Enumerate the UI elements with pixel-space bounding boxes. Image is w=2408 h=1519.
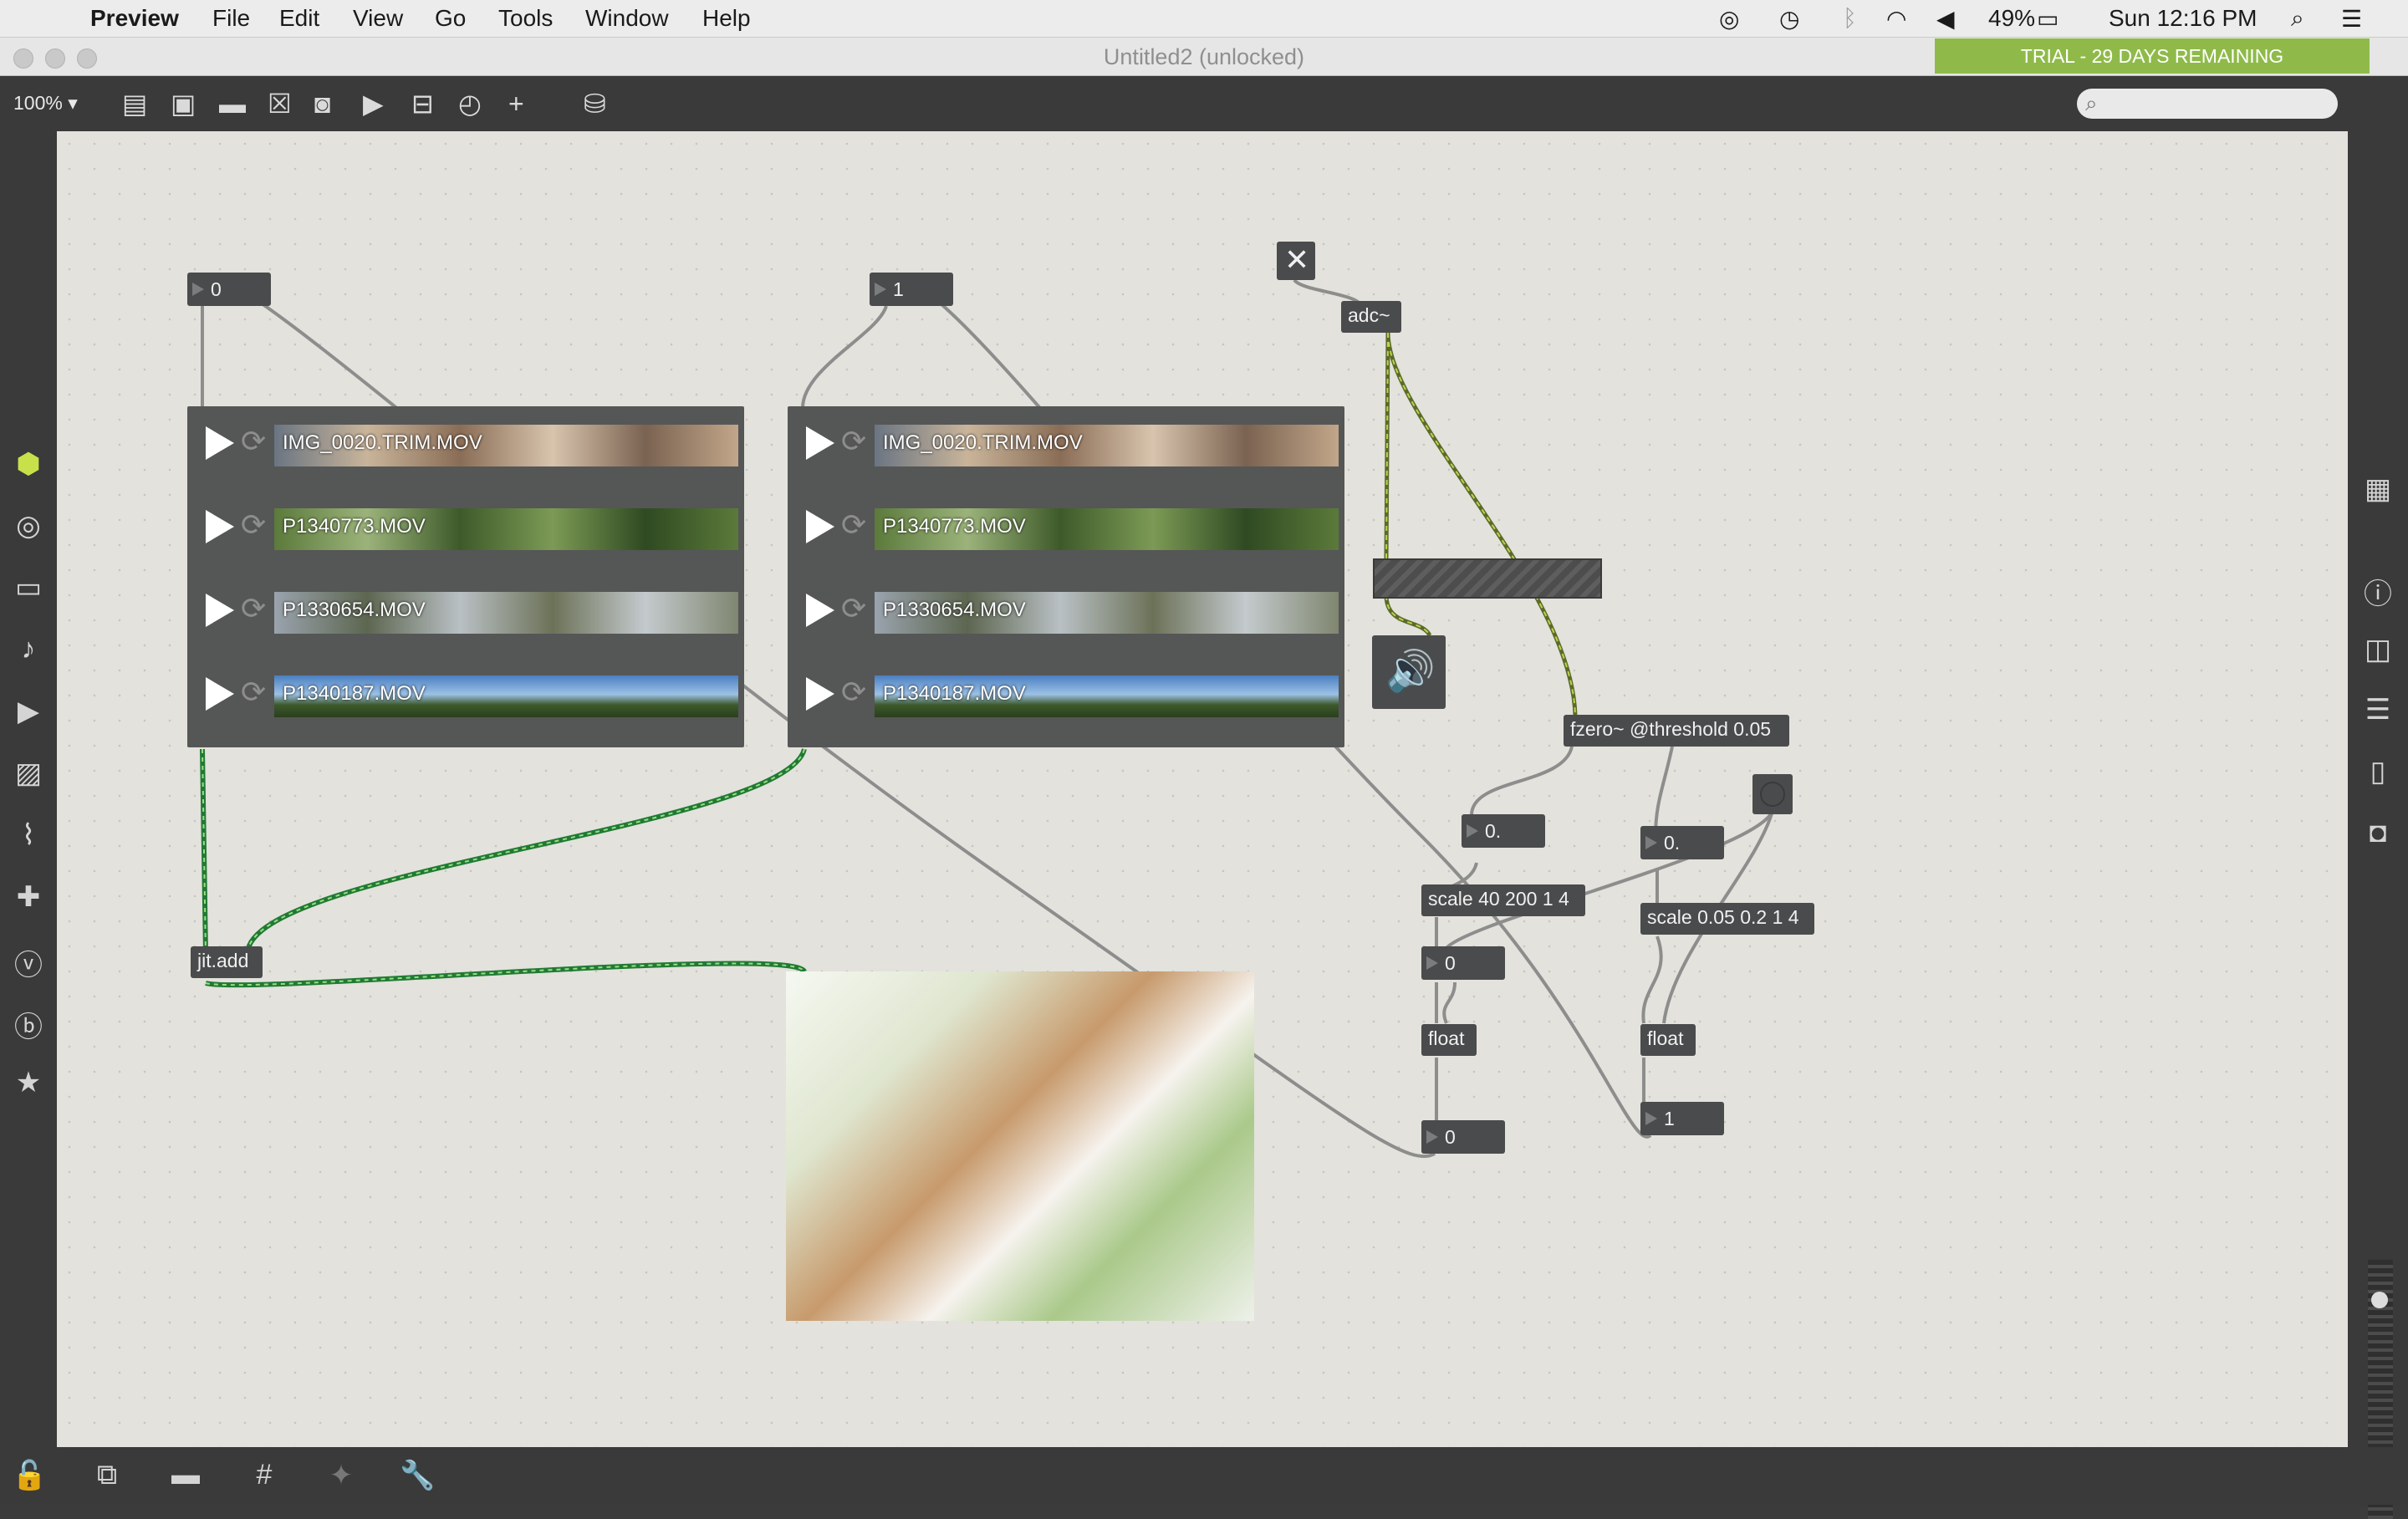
cord-fzero-num2: [1654, 746, 1674, 837]
playlist-row[interactable]: ⟳ P1330654.MOV: [788, 573, 1344, 645]
video-output-window[interactable]: [786, 971, 1254, 1321]
play-icon[interactable]: [206, 677, 234, 711]
clip-thumbnail-strip[interactable]: P1340187.MOV: [274, 675, 738, 717]
loop-icon[interactable]: ⟳: [241, 508, 266, 542]
number-box-0[interactable]: 0: [187, 273, 271, 306]
play-icon[interactable]: [206, 594, 234, 627]
loop-icon[interactable]: ⟳: [841, 508, 866, 542]
loop-icon[interactable]: ⟳: [841, 425, 866, 458]
scale-object-1[interactable]: scale 40 200 1 4: [1421, 884, 1585, 916]
dac-speaker-button[interactable]: 🔊: [1372, 635, 1446, 709]
clip-filename: P1330654.MOV: [283, 599, 426, 621]
number-box-fzero-2[interactable]: 0.: [1640, 826, 1724, 859]
jit-add-object[interactable]: jit.add: [191, 946, 263, 978]
clip-thumbnail-strip[interactable]: P1340773.MOV: [274, 508, 738, 550]
fzero-object[interactable]: fzero~ @threshold 0.05: [1564, 715, 1789, 747]
clip-thumbnail-strip[interactable]: P1330654.MOV: [274, 592, 738, 634]
signal-cord-meter-dac: [1384, 594, 1432, 637]
number-box-fzero[interactable]: 0.: [1462, 814, 1545, 848]
clip-filename: P1340773.MOV: [883, 515, 1026, 538]
cord-scale2-float2: [1641, 935, 1663, 1024]
cord-fzero-num: [1470, 746, 1574, 816]
toggle[interactable]: ✕: [1277, 242, 1315, 280]
loop-icon[interactable]: ⟳: [841, 675, 866, 709]
playlist-left[interactable]: ⟳ IMG_0020.TRIM.MOV ⟳ P1340773.MOV ⟳ P13…: [187, 406, 744, 747]
clip-filename: IMG_0020.TRIM.MOV: [883, 431, 1083, 454]
close-icon: ✕: [1284, 242, 1310, 277]
clip-thumbnail-strip[interactable]: P1340773.MOV: [875, 508, 1339, 550]
clip-filename: P1340187.MOV: [283, 682, 426, 705]
level-meter: [1373, 558, 1602, 599]
adc-object[interactable]: adc~: [1341, 301, 1401, 333]
play-icon[interactable]: [806, 594, 834, 627]
cord-num-float1-right: [1442, 981, 1457, 1024]
play-icon[interactable]: [206, 426, 234, 460]
float-object-2[interactable]: float: [1640, 1024, 1696, 1056]
bang-button[interactable]: [1752, 774, 1793, 814]
loop-icon[interactable]: ⟳: [241, 592, 266, 625]
clip-thumbnail-strip[interactable]: P1340187.MOV: [875, 675, 1339, 717]
loop-icon[interactable]: ⟳: [841, 592, 866, 625]
loop-icon[interactable]: ⟳: [241, 675, 266, 709]
clip-filename: P1340773.MOV: [283, 515, 426, 538]
matrix-cord-jitadd-window: [205, 961, 807, 988]
cord-num1-playlist: [801, 305, 888, 409]
scale-object-2[interactable]: scale 0.05 0.2 1 4: [1640, 903, 1814, 935]
playlist-row[interactable]: ⟳ P1330654.MOV: [187, 573, 744, 645]
number-box-scale1[interactable]: 0: [1421, 946, 1505, 980]
playlist-row[interactable]: ⟳ P1340773.MOV: [788, 490, 1344, 562]
number-box-1[interactable]: 1: [870, 273, 953, 306]
play-icon[interactable]: [206, 510, 234, 543]
playlist-row[interactable]: ⟳ P1340187.MOV: [788, 657, 1344, 729]
loop-icon[interactable]: ⟳: [241, 425, 266, 458]
clip-filename: P1340187.MOV: [883, 682, 1026, 705]
playlist-row[interactable]: ⟳ IMG_0020.TRIM.MOV: [187, 406, 744, 478]
number-box-float2[interactable]: 1: [1640, 1102, 1724, 1135]
number-box-float1[interactable]: 0: [1421, 1120, 1505, 1154]
clip-thumbnail-strip[interactable]: IMG_0020.TRIM.MOV: [875, 425, 1339, 466]
clip-thumbnail-strip[interactable]: IMG_0020.TRIM.MOV: [274, 425, 738, 466]
play-icon[interactable]: [806, 426, 834, 460]
playlist-row[interactable]: ⟳ P1340773.MOV: [187, 490, 744, 562]
playlist-row[interactable]: ⟳ IMG_0020.TRIM.MOV: [788, 406, 1344, 478]
speaker-icon: 🔊: [1385, 650, 1436, 694]
clip-filename: IMG_0020.TRIM.MOV: [283, 431, 482, 454]
clip-thumbnail-strip[interactable]: P1330654.MOV: [875, 592, 1339, 634]
playlist-row[interactable]: ⟳ P1340187.MOV: [187, 657, 744, 729]
play-icon[interactable]: [806, 677, 834, 711]
playlist-right[interactable]: ⟳ IMG_0020.TRIM.MOV ⟳ P1340773.MOV ⟳ P13…: [788, 406, 1344, 747]
clip-filename: P1330654.MOV: [883, 599, 1026, 621]
float-object-1[interactable]: float: [1421, 1024, 1477, 1056]
play-icon[interactable]: [806, 510, 834, 543]
matrix-cord-pr-jitadd: [245, 748, 807, 954]
